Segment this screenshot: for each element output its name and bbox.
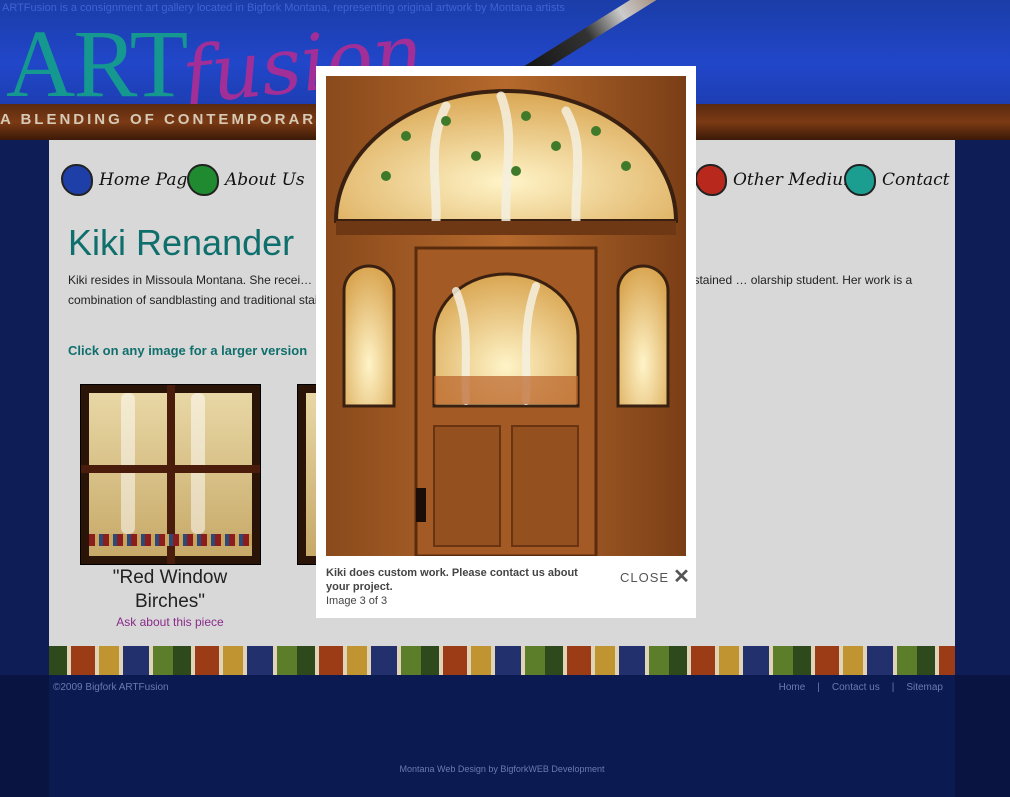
thumbnail-red-window-birches[interactable] bbox=[80, 384, 261, 565]
footer-link-contact[interactable]: Contact us bbox=[832, 682, 880, 693]
birch-trunk bbox=[191, 393, 205, 534]
lightbox-image[interactable] bbox=[326, 76, 686, 556]
nav-home[interactable]: Home Page bbox=[61, 162, 197, 198]
lightbox-caption: Kiki does custom work. Please contact us… bbox=[326, 567, 578, 593]
ask-about-link[interactable]: Ask about this piece bbox=[80, 615, 260, 629]
footer-links: Home | Contact us | Sitemap bbox=[779, 682, 943, 693]
nav-contact-label: Contact bbox=[882, 170, 950, 190]
footer-inner: ©2009 Bigfork ARTFusion Home | Contact u… bbox=[49, 675, 955, 797]
blob-icon bbox=[844, 164, 876, 196]
page-title: Kiki Renander bbox=[68, 222, 295, 263]
nav-about[interactable]: About Us bbox=[187, 162, 305, 198]
header-blend-text: A BLENDING OF CONTEMPORARY bbox=[0, 111, 329, 128]
nav-home-label: Home Page bbox=[99, 170, 198, 190]
footer-separator: | bbox=[817, 682, 820, 693]
click-hint: Click on any image for a larger version bbox=[68, 343, 308, 358]
thumbnail-caption: "Red Window Birches" bbox=[112, 567, 228, 612]
footer-link-home[interactable]: Home bbox=[779, 682, 806, 693]
nav-about-label: About Us bbox=[225, 170, 305, 190]
close-label: CLOSE bbox=[620, 569, 670, 585]
web-design-credit[interactable]: Montana Web Design by BigforkWEB Develop… bbox=[49, 764, 955, 774]
art-strip-banner bbox=[49, 646, 955, 675]
close-icon: ✕ bbox=[673, 566, 691, 588]
birch-trunk bbox=[121, 393, 135, 534]
blob-icon bbox=[187, 164, 219, 196]
stained-glass-door-image bbox=[326, 76, 686, 556]
lightbox-close-button[interactable]: CLOSE ✕ bbox=[620, 566, 691, 588]
logo-art[interactable]: ART bbox=[6, 14, 188, 114]
nav-other-mediums[interactable]: Other Mediums bbox=[695, 162, 868, 198]
footer-separator: | bbox=[891, 682, 895, 693]
lightbox-image-count: Image 3 of 3 bbox=[326, 595, 388, 607]
site-footer: ©2009 Bigfork ARTFusion Home | Contact u… bbox=[0, 675, 1010, 797]
footer-link-sitemap[interactable]: Sitemap bbox=[906, 682, 943, 693]
copyright: ©2009 Bigfork ARTFusion bbox=[53, 682, 169, 693]
blob-icon bbox=[61, 164, 93, 196]
lightbox-modal: Kiki does custom work. Please contact us… bbox=[316, 66, 696, 618]
blob-icon bbox=[695, 164, 727, 196]
glass-band bbox=[89, 534, 252, 546]
nav-contact[interactable]: Contact bbox=[844, 162, 950, 198]
